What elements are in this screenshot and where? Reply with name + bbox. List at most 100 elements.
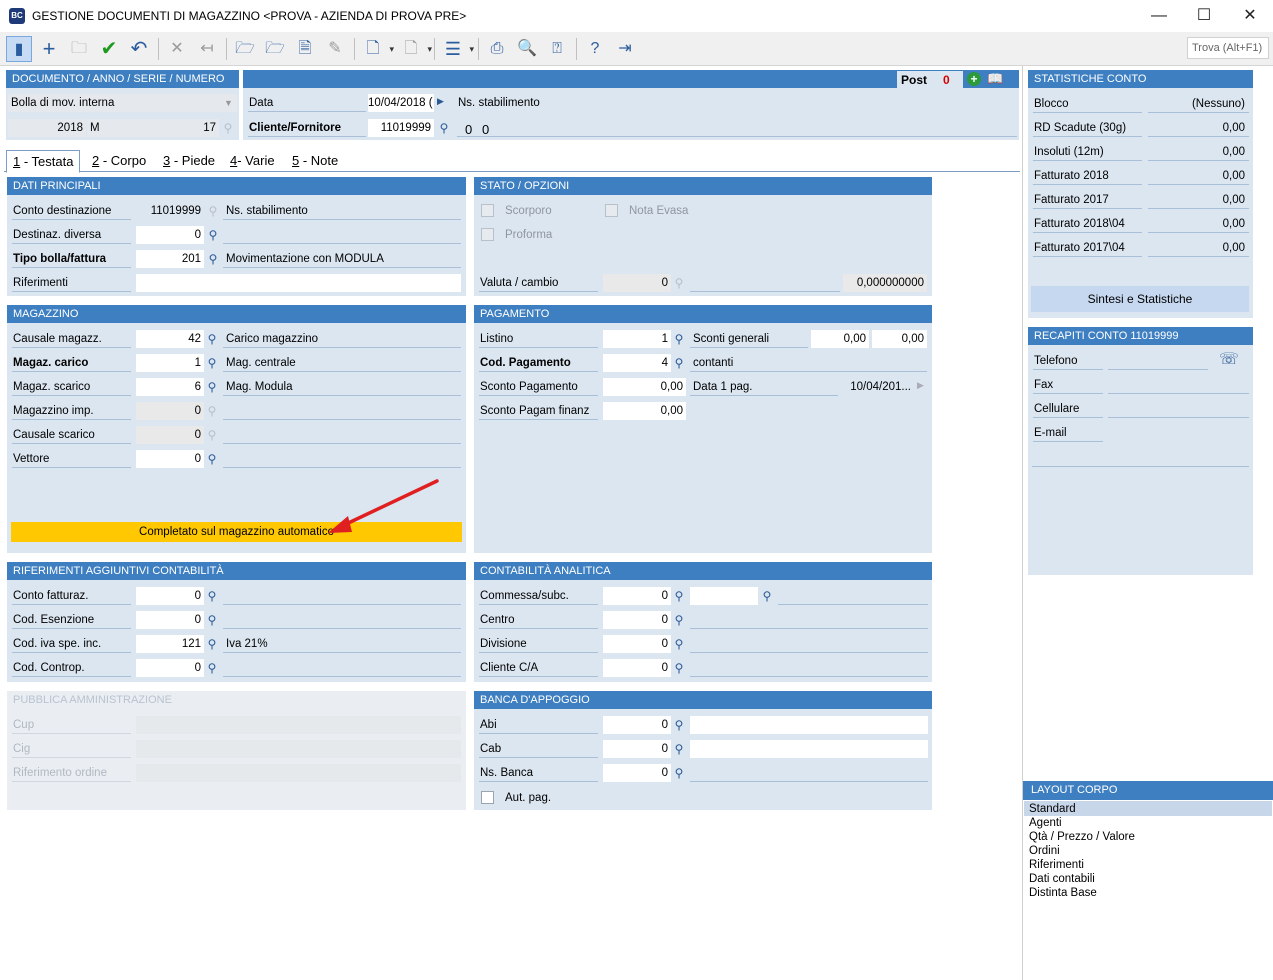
doc-type-select[interactable]: Bolla di mov. interna — [8, 94, 237, 112]
headset-icon[interactable]: ☏ — [1216, 349, 1242, 371]
search-icon[interactable]: ⚲ — [206, 251, 220, 267]
riferimenti-field[interactable] — [136, 274, 461, 292]
pdf-icon[interactable]: ⍰ — [544, 36, 570, 62]
search-icon[interactable]: ⚲ — [206, 227, 220, 243]
open-folder-icon[interactable]: 🗀 — [66, 36, 92, 62]
revert-icon[interactable]: ↤ — [194, 36, 220, 62]
folder-export-icon[interactable]: 🗁 — [262, 36, 288, 62]
help-icon[interactable]: ? — [582, 36, 608, 62]
date-picker-icon[interactable]: ▶ — [917, 380, 924, 391]
search-icon[interactable]: ⚲ — [437, 120, 451, 136]
layout-corpo-item[interactable]: Dati contabili — [1029, 872, 1095, 886]
ruler-icon[interactable]: ✎ — [322, 36, 348, 62]
rif-contabilita-field[interactable]: 0 — [136, 659, 204, 677]
nota-evasa-checkbox[interactable] — [605, 204, 618, 217]
search-icon[interactable]: ⚲ — [221, 120, 235, 136]
print-preview-icon[interactable]: 🔍 — [514, 36, 540, 62]
magazzino-row-field[interactable]: 1 — [136, 354, 204, 372]
recapito-value[interactable] — [1108, 400, 1249, 418]
rif-contabilita-field[interactable]: 0 — [136, 611, 204, 629]
date-field[interactable]: 10/04/2018 ( — [368, 94, 434, 112]
destinaz-diversa-field[interactable]: 0 — [136, 226, 204, 244]
search-icon[interactable]: ⚲ — [672, 660, 686, 676]
new-document-icon[interactable]: 🗋 — [360, 36, 394, 62]
chevron-down-icon[interactable]: ▼ — [224, 94, 233, 112]
cambio-field[interactable]: 0,000000000 — [843, 274, 927, 292]
search-icon[interactable]: ⚲ — [205, 451, 219, 467]
rif-contabilita-field[interactable]: 0 — [136, 587, 204, 605]
aut-pag-checkbox[interactable] — [481, 791, 494, 804]
layout-corpo-item[interactable]: Standard — [1029, 802, 1076, 816]
search-icon[interactable]: ⚲ — [206, 203, 220, 219]
search-icon[interactable]: ⚲ — [205, 427, 219, 443]
banca-row-desc[interactable] — [690, 740, 928, 758]
sconto-generale-1[interactable]: 0,00 — [811, 330, 869, 348]
year-field[interactable]: 2018 — [8, 119, 86, 137]
proforma-checkbox[interactable] — [481, 228, 494, 241]
search-icon[interactable]: ⚲ — [672, 741, 686, 757]
layout-corpo-item[interactable]: Distinta Base — [1029, 886, 1097, 900]
search-icon[interactable]: ⚲ — [205, 331, 219, 347]
scorporo-checkbox[interactable] — [481, 204, 494, 217]
subcommessa-field[interactable] — [690, 587, 758, 605]
contabilita-analitica-field[interactable]: 0 — [603, 659, 671, 677]
banca-row-field[interactable]: 0 — [603, 764, 671, 782]
pubblica-amm-field[interactable] — [136, 716, 461, 734]
magazzino-row-field[interactable]: 6 — [136, 378, 204, 396]
banca-row-field[interactable]: 0 — [603, 716, 671, 734]
layout-corpo-item[interactable]: Ordini — [1029, 844, 1060, 858]
search-icon[interactable]: ⚲ — [672, 331, 686, 347]
document-gray-icon[interactable]: 🗋 — [398, 36, 432, 62]
form-view-icon[interactable]: ▮ — [6, 36, 32, 62]
search-icon[interactable]: ⚲ — [672, 355, 686, 371]
series-field[interactable]: M — [87, 119, 140, 137]
undo-icon[interactable]: ↶ — [126, 36, 152, 62]
close-button[interactable]: ✕ — [1227, 0, 1273, 32]
data-1-pag-field[interactable]: 10/04/201... — [842, 378, 914, 396]
valuta-field[interactable]: 0 — [603, 274, 671, 292]
add-note-icon[interactable]: + — [967, 72, 981, 86]
search-icon[interactable]: ⚲ — [672, 612, 686, 628]
rif-contabilita-field[interactable]: 121 — [136, 635, 204, 653]
contabilita-analitica-field[interactable]: 0 — [603, 611, 671, 629]
sconto-generale-2[interactable]: 0,00 — [872, 330, 927, 348]
conto-destinazione-field[interactable]: 11019999 — [136, 202, 204, 220]
search-icon[interactable]: ⚲ — [672, 717, 686, 733]
contabilita-analitica-field[interactable]: 0 — [603, 587, 671, 605]
layout-corpo-item[interactable]: Riferimenti — [1029, 858, 1084, 872]
search-icon[interactable]: ⚲ — [205, 355, 219, 371]
magazzino-row-field[interactable]: 42 — [136, 330, 204, 348]
magazzino-row-field[interactable]: 0 — [136, 450, 204, 468]
tab-note[interactable]: 5 - Note — [286, 150, 344, 172]
maximize-button[interactable]: ☐ — [1181, 0, 1227, 32]
tipo-bolla-field[interactable]: 201 — [136, 250, 204, 268]
search-icon[interactable]: ⚲ — [205, 588, 219, 604]
menu-icon[interactable]: ☰ — [440, 36, 474, 62]
pubblica-amm-field[interactable] — [136, 764, 461, 782]
minimize-button[interactable]: — — [1136, 0, 1182, 32]
search-icon[interactable]: ⚲ — [205, 379, 219, 395]
tab-corpo[interactable]: 2 - Corpo — [86, 150, 152, 172]
print-icon[interactable]: ⎙ — [484, 36, 510, 62]
book-icon[interactable]: 📖 — [987, 71, 1003, 87]
confirm-check-icon[interactable]: ✔ — [96, 36, 122, 62]
listino-field[interactable]: 1 — [603, 330, 671, 348]
search-icon[interactable]: ⚲ — [205, 612, 219, 628]
cliente-fornitore-field[interactable]: 11019999 — [368, 119, 434, 137]
sintesi-statistiche-button[interactable]: Sintesi e Statistiche — [1031, 286, 1249, 312]
banca-row-field[interactable]: 0 — [603, 740, 671, 758]
exit-icon[interactable]: ⇥ — [612, 36, 638, 62]
cod-pagamento-field[interactable]: 4 — [603, 354, 671, 372]
recapito-value[interactable] — [1108, 376, 1249, 394]
contabilita-analitica-field[interactable]: 0 — [603, 635, 671, 653]
layout-corpo-item[interactable]: Agenti — [1029, 816, 1062, 830]
find-input[interactable]: Trova (Alt+F1) — [1187, 37, 1269, 59]
tab-testata[interactable]: 1 - Testata — [6, 150, 81, 173]
folder-record-icon[interactable]: 🗁 — [232, 36, 258, 62]
document-edit-icon[interactable]: 🗎 — [292, 36, 318, 62]
magazzino-row-field[interactable]: 0 — [136, 402, 204, 420]
sconto-pagamento-field[interactable]: 0,00 — [603, 378, 686, 396]
search-icon[interactable]: ⚲ — [205, 660, 219, 676]
tab-piede[interactable]: 3 - Piede — [157, 150, 221, 172]
number-field[interactable]: 17 — [139, 119, 219, 137]
